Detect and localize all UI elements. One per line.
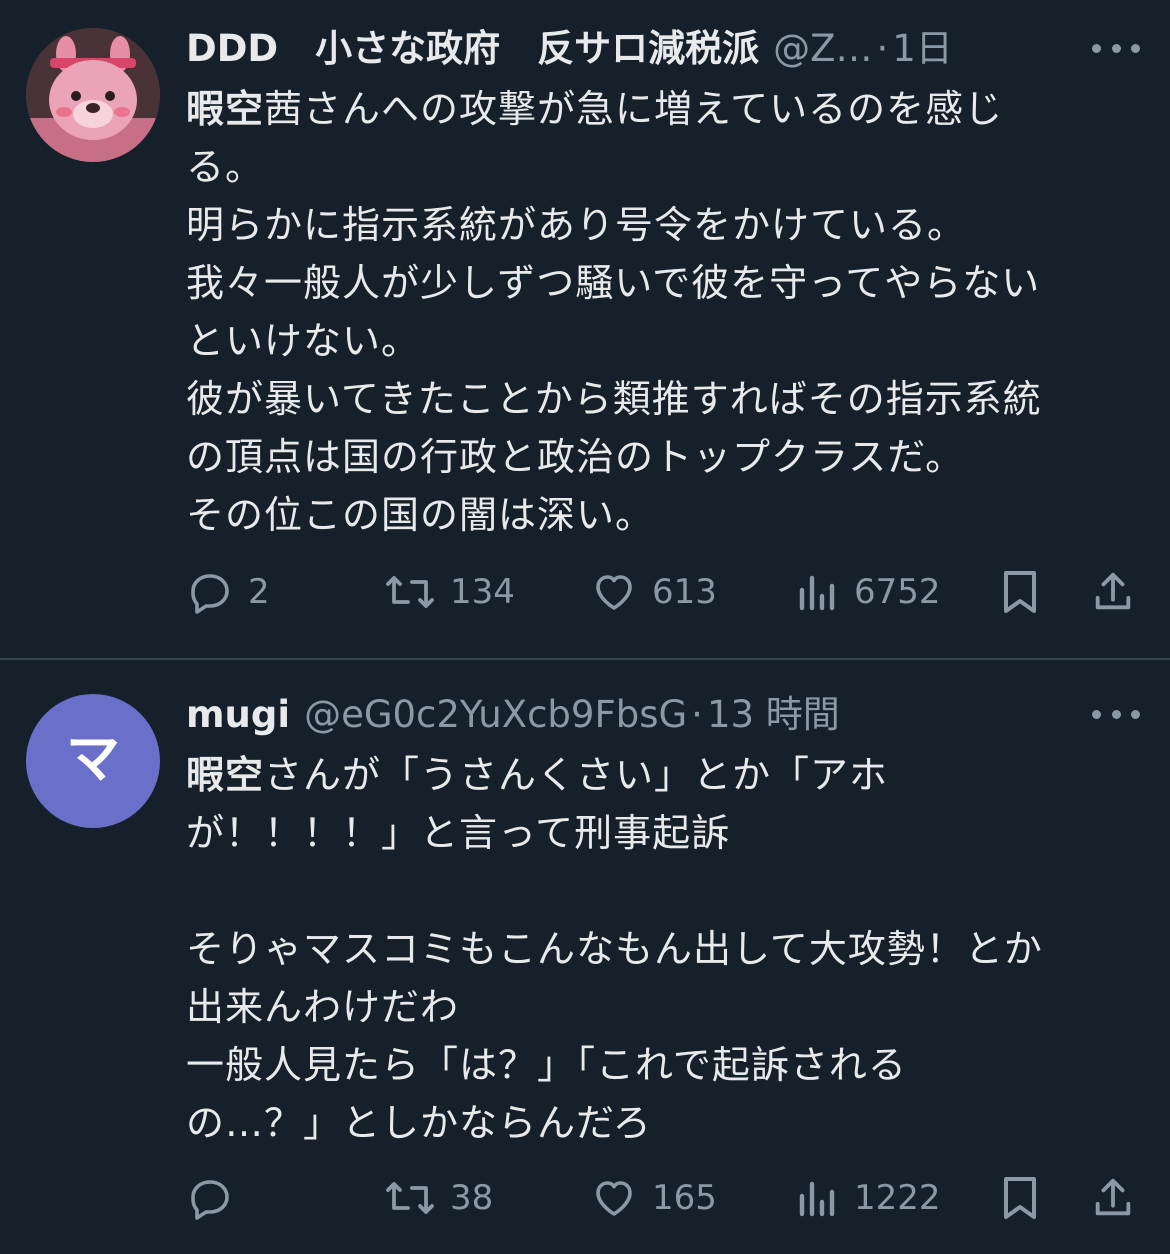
text-line: その位この国の闇は深い。	[186, 486, 1136, 544]
text-segment: その位この国の闇は深い。	[186, 493, 655, 537]
text-line: そりゃマスコミもこんなもん出して大攻勢！とか	[186, 920, 1136, 978]
post[interactable]: DDD 小さな政府 反サロ減税派 @Z… · 1日 暇空茜さんへの攻撃が急に増え…	[0, 0, 1170, 660]
avatar[interactable]: マ	[26, 694, 160, 828]
views-icon	[799, 575, 835, 611]
display-name[interactable]: DDD 小さな政府 反サロ減税派	[186, 24, 759, 74]
text-line: 我々一般人が少しずつ騒いで彼を守ってやらない	[186, 254, 1136, 312]
text-line: が！！！！」と言って刑事起訴	[186, 804, 1136, 862]
views-icon	[799, 1181, 835, 1217]
text-line: 暇空さんが「うさんくさい」とか「アホ	[186, 746, 1136, 804]
reply-count: 2	[248, 572, 270, 612]
text-line: の頂点は国の行政と政治のトップクラスだ。	[186, 428, 1136, 486]
text-line-blank	[186, 862, 1136, 920]
bookmark-button[interactable]	[998, 562, 1042, 622]
views-button[interactable]: 6752	[796, 562, 941, 622]
text-segment: の…？」としかならんだろ	[186, 1101, 652, 1145]
text-line: る。	[186, 138, 1136, 196]
text-segment: 茜さんへの攻撃が急に増えているのを感じ	[264, 87, 1004, 131]
text-segment: そりゃマスコミもこんなもん出して大攻勢！とか	[186, 927, 1043, 971]
avatar-letter: マ	[66, 727, 120, 790]
separator: ·	[691, 693, 703, 736]
like-button[interactable]: 613	[590, 562, 717, 622]
timestamp[interactable]: 13 時間	[707, 690, 840, 740]
highlight-term: 暇空	[186, 753, 265, 797]
action-bar: 2 134 613 6752	[186, 562, 1136, 622]
repost-icon	[386, 576, 434, 608]
share-icon	[1095, 1178, 1131, 1216]
text-segment: 明らかに指示系統があり号令をかけている。	[186, 203, 967, 247]
post-text: 暇空茜さんへの攻撃が急に増えているのを感じ る。 明らかに指示系統があり号令をか…	[186, 80, 1136, 544]
reply-button[interactable]	[186, 1168, 248, 1228]
text-line: といけない。	[186, 312, 1136, 370]
bookmark-button[interactable]	[998, 1168, 1042, 1228]
like-icon	[596, 1181, 632, 1216]
reply-icon	[191, 574, 229, 614]
avatar[interactable]	[26, 28, 160, 162]
text-segment: の頂点は国の行政と政治のトップクラスだ。	[186, 435, 965, 479]
like-count: 165	[652, 1178, 717, 1218]
repost-icon	[386, 1182, 434, 1214]
text-line: の…？」としかならんだろ	[186, 1094, 1136, 1152]
share-button[interactable]	[1090, 1168, 1136, 1228]
post-header: DDD 小さな政府 反サロ減税派 @Z… · 1日	[186, 24, 1090, 74]
text-line: 出来んわけだわ	[186, 978, 1136, 1036]
text-segment: が！！！！」と言って刑事起訴	[186, 811, 731, 855]
display-name[interactable]: mugi	[186, 690, 290, 740]
bookmark-icon	[1004, 1177, 1036, 1219]
views-count: 6752	[854, 572, 941, 612]
text-segment: 出来んわけだわ	[186, 985, 460, 1029]
handle[interactable]: @eG0c2YuXcb9FbsG	[304, 690, 687, 740]
timestamp[interactable]: 1日	[892, 24, 953, 74]
text-line: 彼が暴いてきたことから類推すればその指示系統	[186, 370, 1136, 428]
like-count: 613	[652, 572, 717, 612]
text-segment: 我々一般人が少しずつ騒いで彼を守ってやらない	[186, 261, 1041, 305]
reply-icon	[191, 1180, 229, 1220]
like-button[interactable]: 165	[590, 1168, 717, 1228]
repost-button[interactable]: 134	[384, 562, 515, 622]
share-icon	[1095, 572, 1131, 610]
text-line: 明らかに指示系統があり号令をかけている。	[186, 196, 1136, 254]
text-segment: さんが「うさんくさい」とか「アホ	[264, 753, 889, 797]
more-icon[interactable]	[1092, 704, 1140, 724]
reply-button[interactable]: 2	[186, 562, 270, 622]
highlight-term: 暇空	[186, 87, 265, 131]
text-segment: 一般人見たら「は？」「これで起訴される	[186, 1043, 907, 1087]
views-count: 1222	[854, 1178, 941, 1218]
like-icon	[596, 575, 632, 610]
post-header: mugi @eG0c2YuXcb9FbsG · 13 時間	[186, 690, 1090, 740]
post-text: 暇空さんが「うさんくさい」とか「アホ が！！！！」と言って刑事起訴 そりゃマスコ…	[186, 746, 1136, 1152]
text-segment: といけない。	[186, 319, 421, 363]
text-line: 暇空茜さんへの攻撃が急に増えているのを感じ	[186, 80, 1136, 138]
avatar-bear-image	[26, 28, 160, 162]
repost-count: 134	[450, 572, 515, 612]
action-bar: 38 165 1222	[186, 1168, 1136, 1228]
repost-button[interactable]: 38	[384, 1168, 493, 1228]
separator: ·	[876, 27, 889, 70]
text-segment: る。	[186, 145, 265, 189]
handle[interactable]: @Z…	[773, 24, 872, 74]
views-button[interactable]: 1222	[796, 1168, 941, 1228]
bookmark-icon	[1004, 571, 1036, 613]
text-line: 一般人見たら「は？」「これで起訴される	[186, 1036, 1136, 1094]
repost-count: 38	[450, 1178, 494, 1218]
more-icon[interactable]	[1092, 38, 1140, 58]
share-button[interactable]	[1090, 562, 1136, 622]
text-segment: 彼が暴いてきたことから類推すればその指示系統	[186, 377, 1042, 421]
post[interactable]: マ mugi @eG0c2YuXcb9FbsG · 13 時間 暇空さんが「うさ…	[0, 660, 1170, 1254]
